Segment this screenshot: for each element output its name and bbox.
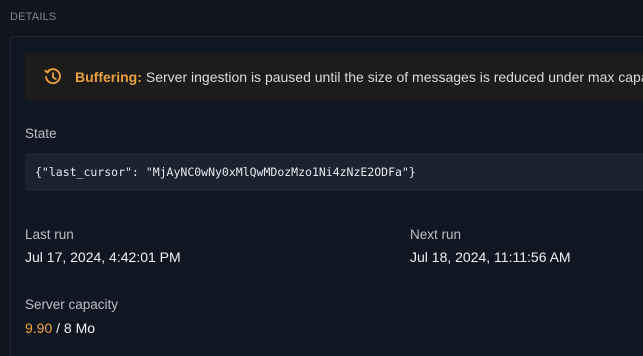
- alert-title: Buffering:: [75, 69, 142, 85]
- capacity-used: 9.90: [25, 320, 53, 336]
- details-view: DETAILS Buffering: Server ingestion is pa…: [0, 0, 643, 356]
- state-label: State: [25, 126, 57, 141]
- state-value: {"last_cursor": "MjAyNC0wNy0xMlQwMDozMzo…: [35, 165, 416, 179]
- capacity-max: 8 Mo: [63, 320, 96, 336]
- last-run-label: Last run: [25, 227, 74, 242]
- next-run-value: Jul 18, 2024, 11:11:56 AM: [410, 249, 571, 265]
- last-run-value: Jul 17, 2024, 4:42:01 PM: [25, 249, 181, 265]
- server-capacity-value: 9.90 / 8 Mo: [25, 320, 95, 336]
- buffering-alert: Buffering: Server ingestion is paused unt…: [25, 53, 643, 101]
- alert-message: Server ingestion is paused until the siz…: [145, 69, 643, 85]
- capacity-separator: /: [52, 320, 64, 336]
- alert-text: Buffering: Server ingestion is paused unt…: [75, 69, 643, 85]
- section-title: DETAILS: [10, 11, 57, 23]
- clock-refresh-icon: [43, 66, 63, 88]
- state-code-block: {"last_cursor": "MjAyNC0wNy0xMlQwMDozMzo…: [25, 153, 643, 191]
- server-capacity-label: Server capacity: [25, 297, 119, 312]
- next-run-label: Next run: [410, 227, 462, 242]
